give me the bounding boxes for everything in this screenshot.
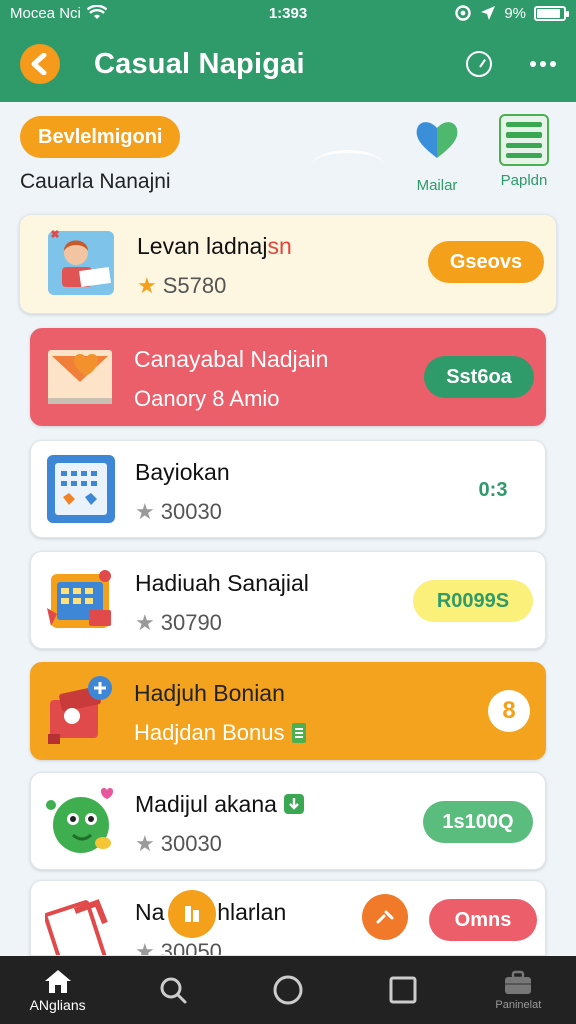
header-tile-mailar[interactable]: Mailar <box>402 114 472 194</box>
item-meta: 30050 <box>160 939 222 956</box>
item-title: Canayabal Nadjain <box>134 346 329 372</box>
back-button[interactable] <box>20 44 60 84</box>
item-title: Madijul akana <box>135 791 277 817</box>
list-icon <box>499 114 549 166</box>
item-title: Na <box>135 899 165 925</box>
item-meta: 30790 <box>160 610 222 635</box>
tool-icon <box>376 910 394 924</box>
list-item[interactable]: Na hlarlan ★ 30050 Omns <box>30 880 546 956</box>
star-icon: ★ <box>135 610 155 635</box>
list-item[interactable]: Canayabal Nadjain Oanory 8 Amio Sst6oa <box>30 328 546 426</box>
item-meta: 30030 <box>160 831 222 856</box>
star-icon: ★ <box>135 831 155 856</box>
item-action-button[interactable]: Sst6oa <box>424 356 534 398</box>
calendar-icon <box>47 455 115 523</box>
item-title: Hadjuh Bonian <box>134 680 285 706</box>
item-meta: 30030 <box>160 499 222 524</box>
page-title: Casual Napigai <box>94 47 305 80</box>
briefcase-icon <box>505 970 532 994</box>
header-tile-papldn[interactable]: Papldn <box>489 114 559 189</box>
status-time: 1:393 <box>268 4 308 22</box>
item-action-button[interactable]: Gseovs <box>428 241 544 283</box>
gift-calendar-icon <box>47 570 111 628</box>
bottom-navigation: ANglians Paninelat <box>0 956 576 1024</box>
more-horizontal-icon[interactable] <box>530 61 556 67</box>
circle-icon <box>273 975 303 1005</box>
item-action-button[interactable]: 8 <box>488 690 530 732</box>
item-title-highlight: sn <box>267 233 292 259</box>
bookmark-icon <box>45 899 108 955</box>
list-item[interactable]: Levan ladnajsn ★ S5780 Gseovs <box>19 214 557 314</box>
student-icon <box>48 229 114 295</box>
category-pill[interactable]: Bevlelmigoni <box>20 116 181 158</box>
nav-briefcase[interactable]: Paninelat <box>473 956 563 1024</box>
floating-tool-button[interactable] <box>362 894 408 940</box>
location-arrow-icon <box>481 6 496 20</box>
star-icon: ★ <box>137 273 157 298</box>
heart-icon <box>416 122 458 158</box>
carrier-label: Mocea Nci <box>10 4 81 22</box>
square-icon <box>389 976 417 1004</box>
item-meta: S5780 <box>162 273 227 298</box>
status-bar: Mocea Nci 1:393 9% <box>0 0 576 26</box>
list-item[interactable]: Hadjuh Bonian Hadjdan Bonus 8 <box>30 662 546 760</box>
battery-icon <box>534 5 569 21</box>
star-icon: ★ <box>135 939 155 956</box>
item-title: Bayiokan <box>135 459 230 485</box>
item-title-tail: hlarlan <box>217 899 287 925</box>
item-title: Levan ladnaj <box>137 233 268 259</box>
header-tile-label: Mailar <box>416 177 458 194</box>
envelope-icon <box>48 350 112 404</box>
list-item[interactable]: Hadiuah Sanajial ★ 30790 R0099S <box>30 551 546 649</box>
app-bar: Casual Napigai <box>0 26 576 102</box>
nav-square[interactable] <box>358 956 448 1024</box>
gift-box-icon <box>48 676 112 744</box>
header-tile-label: Papldn <box>500 172 548 189</box>
section-subtitle: Cauarla Nanajni <box>20 170 171 193</box>
home-icon <box>44 969 71 993</box>
battery-small-icon <box>292 723 307 743</box>
item-action-button[interactable]: R0099S <box>413 580 533 622</box>
nav-label: Paninelat <box>495 998 542 1011</box>
list-item[interactable]: Madijul akana ★ 30030 1s100Q <box>30 772 546 870</box>
chevron-left-icon <box>31 53 47 75</box>
clock-icon[interactable] <box>466 51 492 77</box>
nav-circle[interactable] <box>243 956 333 1024</box>
list-item[interactable]: Bayiokan ★ 30030 0:3 <box>30 440 546 538</box>
nav-search[interactable] <box>128 956 218 1024</box>
item-meta: Hadjdan Bonus <box>134 720 285 745</box>
download-icon <box>284 794 305 814</box>
search-icon <box>160 977 187 1004</box>
cactus-icon <box>46 788 113 853</box>
item-action-button[interactable]: 1s100Q <box>423 801 533 843</box>
decorative-swoosh <box>312 150 384 180</box>
star-icon: ★ <box>135 499 155 524</box>
item-action-button[interactable]: 0:3 <box>453 469 533 511</box>
floating-bookmark-button[interactable] <box>168 890 216 938</box>
item-meta: Oanory 8 Amio <box>134 386 280 411</box>
nav-label: ANglians <box>29 996 86 1013</box>
bookmark-icon <box>185 906 199 922</box>
item-action-button[interactable]: Omns <box>429 899 537 941</box>
battery-percent: 9% <box>504 4 526 22</box>
wifi-icon <box>86 5 107 19</box>
item-title: Hadiuah Sanajial <box>135 570 309 596</box>
nav-home[interactable]: ANglians <box>13 956 103 1024</box>
sync-icon <box>455 5 472 21</box>
